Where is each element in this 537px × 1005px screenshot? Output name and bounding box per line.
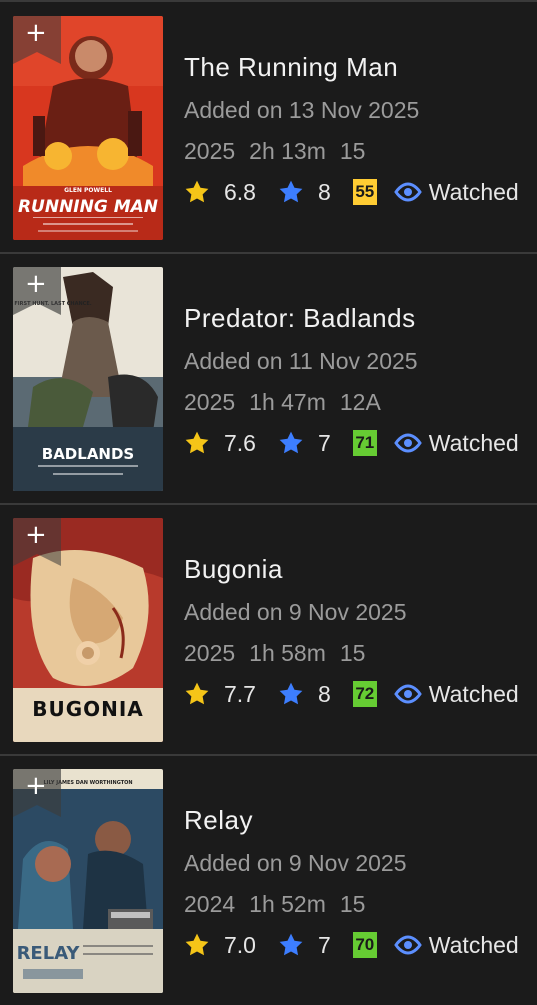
movie-title[interactable]: Predator: Badlands <box>184 303 416 334</box>
blue-star-icon[interactable] <box>278 430 304 456</box>
watched-status[interactable]: Watched <box>429 179 519 206</box>
rating-row: 7.0 7 70 Watched <box>184 929 519 961</box>
watchlist: GLEN POWELL RUNNING MAN + The Running Ma… <box>0 0 537 1000</box>
poster-title-text: BADLANDS <box>42 445 134 463</box>
runtime: 1h 58m <box>249 640 326 666</box>
plus-icon: + <box>25 269 47 299</box>
user-rating: 8 <box>317 178 331 205</box>
certificate: 12A <box>339 389 381 415</box>
list-item[interactable]: GLEN POWELL RUNNING MAN + The Running Ma… <box>0 2 537 252</box>
movie-info: Bugonia Added on 9 Nov 2025 2025 1h 58m 15… <box>184 504 529 754</box>
certificate: 15 <box>339 640 366 666</box>
movie-title[interactable]: Relay <box>184 805 253 836</box>
runtime: 1h 47m <box>249 389 326 415</box>
blue-star-icon[interactable] <box>278 681 304 707</box>
certificate: 15 <box>339 138 366 164</box>
poster-image[interactable]: FIRST HUNT. LAST CHANCE. BADLANDS + <box>13 267 163 491</box>
rating-row: 7.7 8 72 Watched <box>184 678 519 710</box>
add-to-list-button[interactable]: + <box>13 518 61 566</box>
added-date: Added on 9 Nov 2025 <box>184 850 407 876</box>
metascore-badge: 70 <box>352 932 377 958</box>
watched-status[interactable]: Watched <box>429 932 519 959</box>
added-date: Added on 9 Nov 2025 <box>184 599 407 625</box>
imdb-rating: 7.0 <box>224 931 256 958</box>
add-to-list-button[interactable]: + <box>13 267 61 315</box>
poster-image[interactable]: BUGONIA + <box>13 518 163 742</box>
release-year: 2025 <box>184 640 236 666</box>
movie-info: Relay Added on 9 Nov 2025 2024 1h 52m 15 7… <box>184 755 529 1005</box>
runtime: 1h 52m <box>249 891 326 917</box>
plus-icon: + <box>25 771 47 801</box>
gold-star-icon <box>185 682 209 705</box>
eye-icon[interactable] <box>393 933 423 957</box>
movie-info: Predator: Badlands Added on 11 Nov 2025 … <box>184 253 529 503</box>
movie-meta: 2025 2h 13m 15 <box>184 138 379 165</box>
user-rating: 8 <box>317 680 331 707</box>
poster-top-text: GLEN POWELL <box>64 187 112 194</box>
watched-status[interactable]: Watched <box>429 681 519 708</box>
poster-title-text: RUNNING MAN <box>18 197 158 217</box>
imdb-rating: 7.7 <box>224 680 256 707</box>
movie-info: The Running Man Added on 13 Nov 2025 202… <box>184 2 529 252</box>
plus-icon: + <box>25 520 47 550</box>
added-date: Added on 13 Nov 2025 <box>184 97 420 123</box>
gold-star-icon <box>185 180 209 203</box>
list-item[interactable]: FIRST HUNT. LAST CHANCE. BADLANDS + Pred… <box>0 253 537 503</box>
imdb-rating: 7.6 <box>224 429 256 456</box>
movie-meta: 2024 1h 52m 15 <box>184 891 379 918</box>
user-rating: 7 <box>317 931 331 958</box>
user-rating: 7 <box>317 429 331 456</box>
poster-image[interactable]: LILY JAMES DAN WORTHINGTON RELAY + <box>13 769 163 993</box>
metascore-badge: 71 <box>352 430 377 456</box>
poster-image[interactable]: GLEN POWELL RUNNING MAN + <box>13 16 163 240</box>
runtime: 2h 13m <box>249 138 326 164</box>
plus-icon: + <box>25 18 47 48</box>
rating-row: 7.6 7 71 Watched <box>184 427 519 459</box>
movie-meta: 2025 1h 47m 12A <box>184 389 395 416</box>
movie-title[interactable]: Bugonia <box>184 554 283 585</box>
imdb-rating: 6.8 <box>224 178 256 205</box>
added-date: Added on 11 Nov 2025 <box>184 348 418 374</box>
release-year: 2025 <box>184 389 236 415</box>
gold-star-icon <box>185 933 209 956</box>
movie-meta: 2025 1h 58m 15 <box>184 640 379 667</box>
metascore-badge: 72 <box>352 681 377 707</box>
blue-star-icon[interactable] <box>278 179 304 205</box>
release-year: 2025 <box>184 138 236 164</box>
eye-icon[interactable] <box>393 682 423 706</box>
list-item[interactable]: BUGONIA + Bugonia Added on 9 Nov 2025 20… <box>0 504 537 754</box>
metascore-badge: 55 <box>352 179 377 205</box>
add-to-list-button[interactable]: + <box>13 16 61 64</box>
rating-row: 6.8 8 55 Watched <box>184 176 519 208</box>
eye-icon[interactable] <box>393 180 423 204</box>
watched-status[interactable]: Watched <box>429 430 519 457</box>
add-to-list-button[interactable]: + <box>13 769 61 817</box>
poster-title-text: BUGONIA <box>32 697 144 721</box>
eye-icon[interactable] <box>393 431 423 455</box>
poster-title-text: RELAY <box>17 943 81 964</box>
blue-star-icon[interactable] <box>278 932 304 958</box>
list-item[interactable]: LILY JAMES DAN WORTHINGTON RELAY + Relay… <box>0 755 537 1005</box>
certificate: 15 <box>339 891 366 917</box>
release-year: 2024 <box>184 891 236 917</box>
movie-title[interactable]: The Running Man <box>184 52 398 83</box>
gold-star-icon <box>185 431 209 454</box>
